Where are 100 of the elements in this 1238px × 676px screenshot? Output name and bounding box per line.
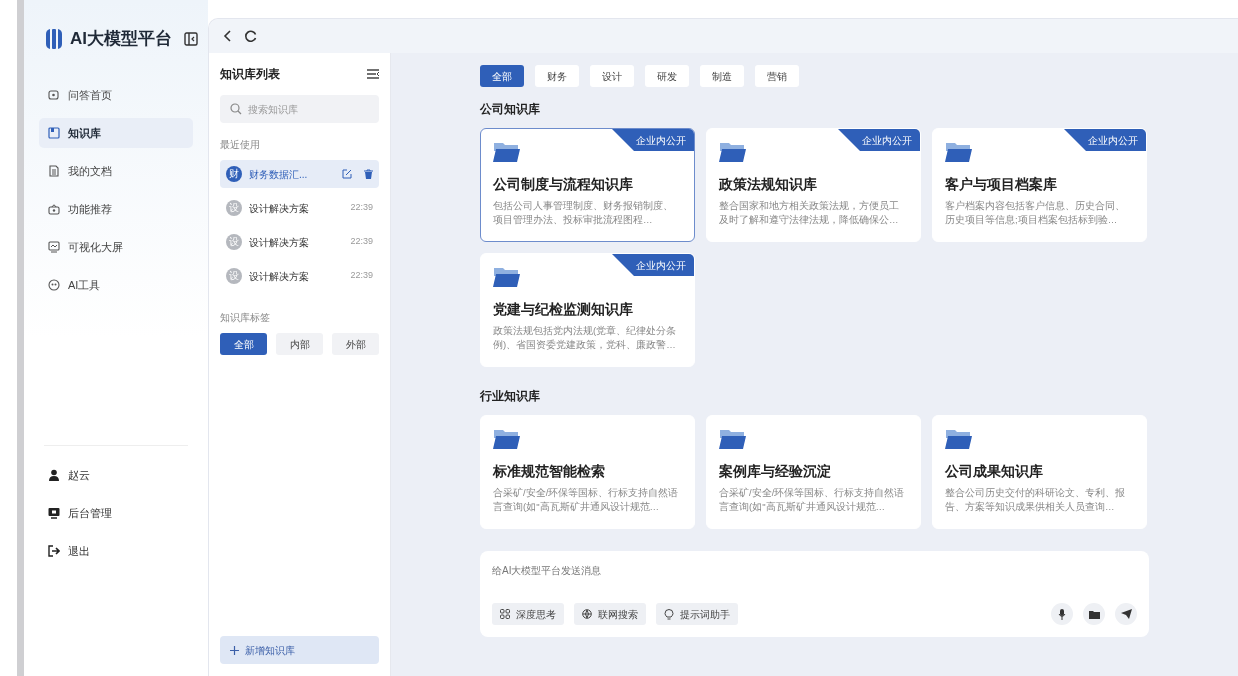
card-description: 合采矿/安全/环保等国标、行标支持自然语言查询(如"高瓦斯矿井通风设计规范… (719, 486, 906, 514)
item-time: 22:39 (350, 269, 373, 283)
knowledge-card[interactable]: 企业内公开 客户与项目档案库 客户档案内容包括客户信息、历史合同、历史项目等信息;项目档案包括标到验… (932, 128, 1147, 242)
folder-icon (493, 141, 520, 163)
filter-tab[interactable]: 财务 (535, 65, 579, 87)
knowledge-card[interactable]: 公司成果知识库 整合公司历史交付的科研论文、专利、报告、方案等知识成果供相关人员查询… (932, 415, 1147, 529)
search-field[interactable]: 搜索知识库 (220, 95, 379, 123)
filter-tab[interactable]: 制造 (700, 65, 744, 87)
search-icon (230, 103, 242, 115)
nav-item[interactable]: 问答首页 (39, 80, 193, 110)
bag-icon (48, 203, 60, 215)
nav-item[interactable]: 我的文档 (39, 156, 193, 186)
message-composer[interactable]: 给AI大模型平台发送消息 深度思考 联网搜索 提示词助手 (480, 551, 1149, 637)
tool-button[interactable]: 提示词助手 (656, 603, 738, 625)
folder-icon (493, 266, 520, 288)
recent-item[interactable]: 设 设计解决方案 22:39 (220, 194, 379, 222)
card-title: 政策法规知识库 (719, 175, 818, 193)
grid-icon (500, 609, 510, 619)
send-icon (1120, 609, 1132, 619)
folder-icon (1088, 609, 1100, 619)
tag-button[interactable]: 外部 (332, 333, 379, 355)
visibility-badge: 企业内公开 (612, 254, 694, 276)
card-title: 公司成果知识库 (945, 462, 1044, 480)
card-title: 党建与纪检监测知识库 (493, 300, 634, 318)
card-title: 标准规范智能检索 (493, 462, 606, 480)
avatar: 设 (226, 200, 242, 216)
monitor-icon (48, 241, 60, 253)
card-description: 合采矿/安全/环保等国标、行标支持自然语言查询(如"高瓦斯矿井通风设计规范… (493, 486, 680, 514)
recent-item[interactable]: 财 财务数据汇... (220, 160, 379, 188)
knowledge-card[interactable]: 案例库与经验沉淀 合采矿/安全/环保等国标、行标支持自然语言查询(如"高瓦斯矿井通风设计规范… (706, 415, 921, 529)
nav-item[interactable]: 知识库 (39, 118, 193, 148)
item-time: 22:39 (350, 201, 373, 215)
menu-item[interactable]: 退出 (39, 536, 193, 566)
sidebar-collapse-icon[interactable] (184, 32, 198, 46)
item-time: 22:39 (350, 235, 373, 249)
folder-icon (945, 428, 972, 450)
edit-icon[interactable] (342, 169, 352, 179)
recent-item[interactable]: 设 设计解决方案 22:39 (220, 262, 379, 290)
user-icon (48, 469, 60, 481)
visibility-badge: 企业内公开 (612, 129, 694, 151)
attach-button[interactable] (1083, 603, 1105, 625)
visibility-badge: 企业内公开 (838, 129, 920, 151)
card-description: 客户档案内容包括客户信息、历史合同、历史项目等信息;项目档案包括标到验… (945, 199, 1126, 227)
tag-button[interactable]: 内部 (276, 333, 323, 355)
section-label: 最近使用 (220, 138, 261, 152)
nav-item[interactable]: 可视化大屏 (39, 232, 193, 262)
back-icon[interactable] (223, 30, 233, 42)
knowledge-card[interactable]: 企业内公开 政策法规知识库 整合国家和地方相关政策法规，方便员工及时了解和遵守法律法规，降低确保公… (706, 128, 921, 242)
monitor-icon (48, 507, 60, 519)
card-title: 公司制度与流程知识库 (493, 175, 634, 193)
menu-icon[interactable] (367, 69, 379, 79)
menu-item[interactable]: 赵云 (39, 460, 193, 490)
card-title: 客户与项目档案库 (945, 175, 1058, 193)
filter-tab[interactable]: 全部 (480, 65, 524, 87)
folder-icon (493, 428, 520, 450)
filter-tab[interactable]: 设计 (590, 65, 634, 87)
knowledge-card[interactable]: 企业内公开 公司制度与流程知识库 包括公司人事管理制度、财务报销制度、项目管理办法、投标审批流程图程… (480, 128, 695, 242)
tag-button[interactable]: 全部 (220, 333, 267, 355)
logo-icon (44, 28, 64, 50)
item-name: 设计解决方案 (249, 235, 309, 250)
filter-tab[interactable]: 研发 (645, 65, 689, 87)
card-description: 整合国家和地方相关政策法规，方便员工及时了解和遵守法律法规，降低确保公… (719, 199, 900, 227)
knowledge-card[interactable]: 企业内公开 党建与纪检监测知识库 政策法规包括党内法规(党章、纪律处分条例)、省国资委党建政策，党科、廉政警… (480, 253, 695, 367)
mic-button[interactable] (1051, 603, 1073, 625)
refresh-icon[interactable] (245, 30, 257, 42)
item-name: 财务数据汇... (249, 167, 308, 182)
globe-icon (582, 609, 592, 619)
trash-icon[interactable] (364, 169, 373, 179)
panel-title: 知识库列表 (220, 66, 280, 83)
microphone-icon (1058, 608, 1066, 620)
chat-icon (48, 89, 60, 101)
add-knowledge-base-button[interactable]: 新增知识库 (220, 636, 379, 664)
card-description: 包括公司人事管理制度、财务报销制度、项目管理办法、投标审批流程图程… (493, 199, 674, 227)
brand-title: AI大模型平台 (70, 28, 172, 51)
folder-icon (719, 428, 746, 450)
avatar: 设 (226, 268, 242, 284)
tool-button[interactable]: 深度思考 (492, 603, 564, 625)
folder-icon (945, 141, 972, 163)
avatar: 设 (226, 234, 242, 250)
avatar: 财 (226, 166, 242, 182)
knowledge-card[interactable]: 标准规范智能检索 合采矿/安全/环保等国标、行标支持自然语言查询(如"高瓦斯矿井通风设计规范… (480, 415, 695, 529)
item-name: 设计解决方案 (249, 201, 309, 216)
document-icon (48, 165, 60, 177)
card-description: 整合公司历史交付的科研论文、专利、报告、方案等知识成果供相关人员查询… (945, 486, 1126, 514)
folder-icon (719, 141, 746, 163)
section-label: 知识库标签 (220, 311, 271, 325)
message-input[interactable]: 给AI大模型平台发送消息 (492, 563, 1137, 578)
logout-icon (48, 545, 60, 557)
filter-tab[interactable]: 营销 (755, 65, 799, 87)
section-title: 公司知识库 (480, 101, 541, 118)
card-title: 案例库与经验沉淀 (719, 462, 832, 480)
section-title: 行业知识库 (480, 388, 541, 405)
menu-item[interactable]: 后台管理 (39, 498, 193, 528)
tool-button[interactable]: 联网搜索 (574, 603, 646, 625)
nav-item[interactable]: 功能推荐 (39, 194, 193, 224)
item-name: 设计解决方案 (249, 269, 309, 284)
send-button[interactable] (1115, 603, 1137, 625)
recent-item[interactable]: 设 设计解决方案 22:39 (220, 228, 379, 256)
nav-item[interactable]: AI工具 (39, 270, 193, 300)
card-description: 政策法规包括党内法规(党章、纪律处分条例)、省国资委党建政策，党科、廉政警… (493, 324, 678, 352)
